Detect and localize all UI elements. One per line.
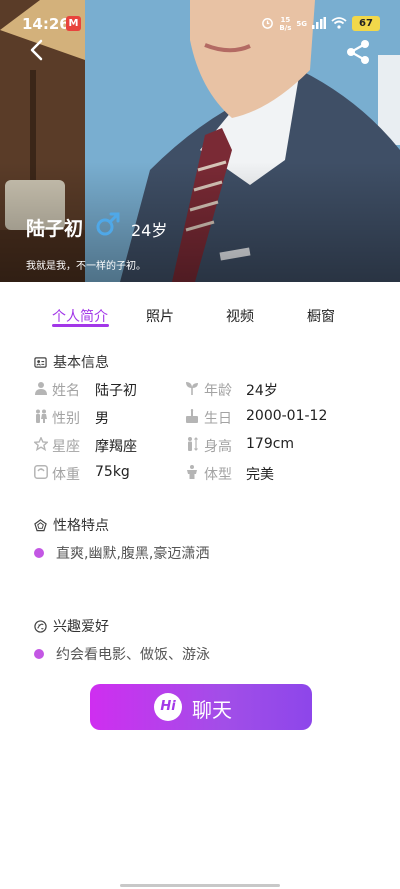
app-notification-icon: M [66, 16, 81, 31]
back-button[interactable] [24, 36, 52, 64]
status-bar: 14:26 M 15 B/s 5G 67 [0, 0, 400, 40]
active-tab-indicator [52, 324, 109, 327]
hobbies-title: 兴趣爱好 [34, 616, 109, 636]
weight-label: 体重 [52, 467, 80, 483]
bullet-dot [34, 649, 44, 659]
chat-button[interactable]: Hi 聊天 [90, 684, 312, 730]
scale-icon [34, 465, 48, 479]
tab-videos[interactable]: 视频 [226, 306, 254, 326]
name-label: 姓名 [52, 383, 80, 399]
status-indicators: 15 B/s 5G 67 [261, 14, 380, 33]
zodiac-label: 星座 [52, 439, 80, 455]
body-type-value: 完美 [246, 467, 274, 483]
birthday-cake-icon [186, 409, 198, 423]
chevron-left-icon [30, 39, 43, 61]
height-label: 身高 [204, 439, 232, 455]
height-value: 179cm [246, 436, 295, 452]
profile-name: 陆子初 [26, 218, 84, 240]
body-type-label: 体型 [204, 467, 232, 483]
age-value: 24岁 [246, 383, 278, 399]
profile-age: 24岁 [131, 221, 168, 240]
profile-tabs: 个人简介 照片 视频 橱窗 [0, 300, 400, 340]
alarm-icon [261, 14, 274, 33]
net-speed-value: 15 [280, 15, 291, 24]
hobbies-title-text: 兴趣爱好 [53, 619, 109, 635]
personality-title: 性格特点 [34, 515, 109, 535]
zodiac-value: 摩羯座 [95, 439, 137, 455]
name-value: 陆子初 [95, 383, 137, 399]
age-label: 年龄 [204, 383, 232, 399]
gender-value: 男 [95, 411, 109, 427]
share-icon [347, 40, 369, 64]
tab-intro[interactable]: 个人简介 [52, 306, 108, 326]
personality-text: 直爽,幽默,腹黑,豪迈潇洒 [56, 546, 210, 562]
tab-photos[interactable]: 照片 [146, 306, 174, 326]
sprout-icon [186, 382, 198, 395]
net-speed: 15 B/s [279, 16, 291, 32]
bullet-dot [34, 548, 44, 558]
wifi-icon [331, 14, 347, 33]
weight-value: 75kg [95, 464, 130, 480]
hobbies-item: 约会看电影、做饭、游泳 [34, 644, 210, 664]
gender-people-icon [36, 409, 47, 423]
home-indicator[interactable] [120, 884, 280, 887]
height-icon [188, 437, 198, 451]
hobbies-text: 约会看电影、做饭、游泳 [56, 647, 210, 663]
basic-info-title-text: 基本信息 [53, 355, 109, 371]
personality-item: 直爽,幽默,腹黑,豪迈潇洒 [34, 543, 209, 563]
chat-button-label: 聊天 [192, 698, 232, 722]
personality-title-text: 性格特点 [53, 518, 109, 534]
battery-indicator: 67 [352, 16, 380, 31]
signal-icon [312, 14, 326, 33]
id-card-icon [34, 356, 47, 368]
basic-info-title: 基本信息 [34, 352, 109, 372]
profile-bio: 我就是我，不一样的子初。 [26, 261, 146, 272]
network-type: 5G [296, 19, 307, 28]
hi-chat-icon: Hi [154, 693, 182, 721]
star-icon [34, 437, 48, 451]
tab-showcase[interactable]: 橱窗 [307, 306, 335, 326]
male-gender-icon [95, 211, 121, 237]
person-icon [35, 382, 47, 395]
pentagon-icon [34, 518, 47, 531]
birthday-value: 2000-01-12 [246, 408, 328, 424]
hobby-icon [34, 619, 47, 633]
gender-label: 性别 [52, 411, 80, 427]
birthday-label: 生日 [204, 411, 232, 427]
status-time: 14:26 [22, 15, 70, 33]
share-button[interactable] [344, 38, 372, 66]
net-speed-unit: B/s [279, 23, 292, 32]
body-shape-icon [187, 465, 197, 479]
